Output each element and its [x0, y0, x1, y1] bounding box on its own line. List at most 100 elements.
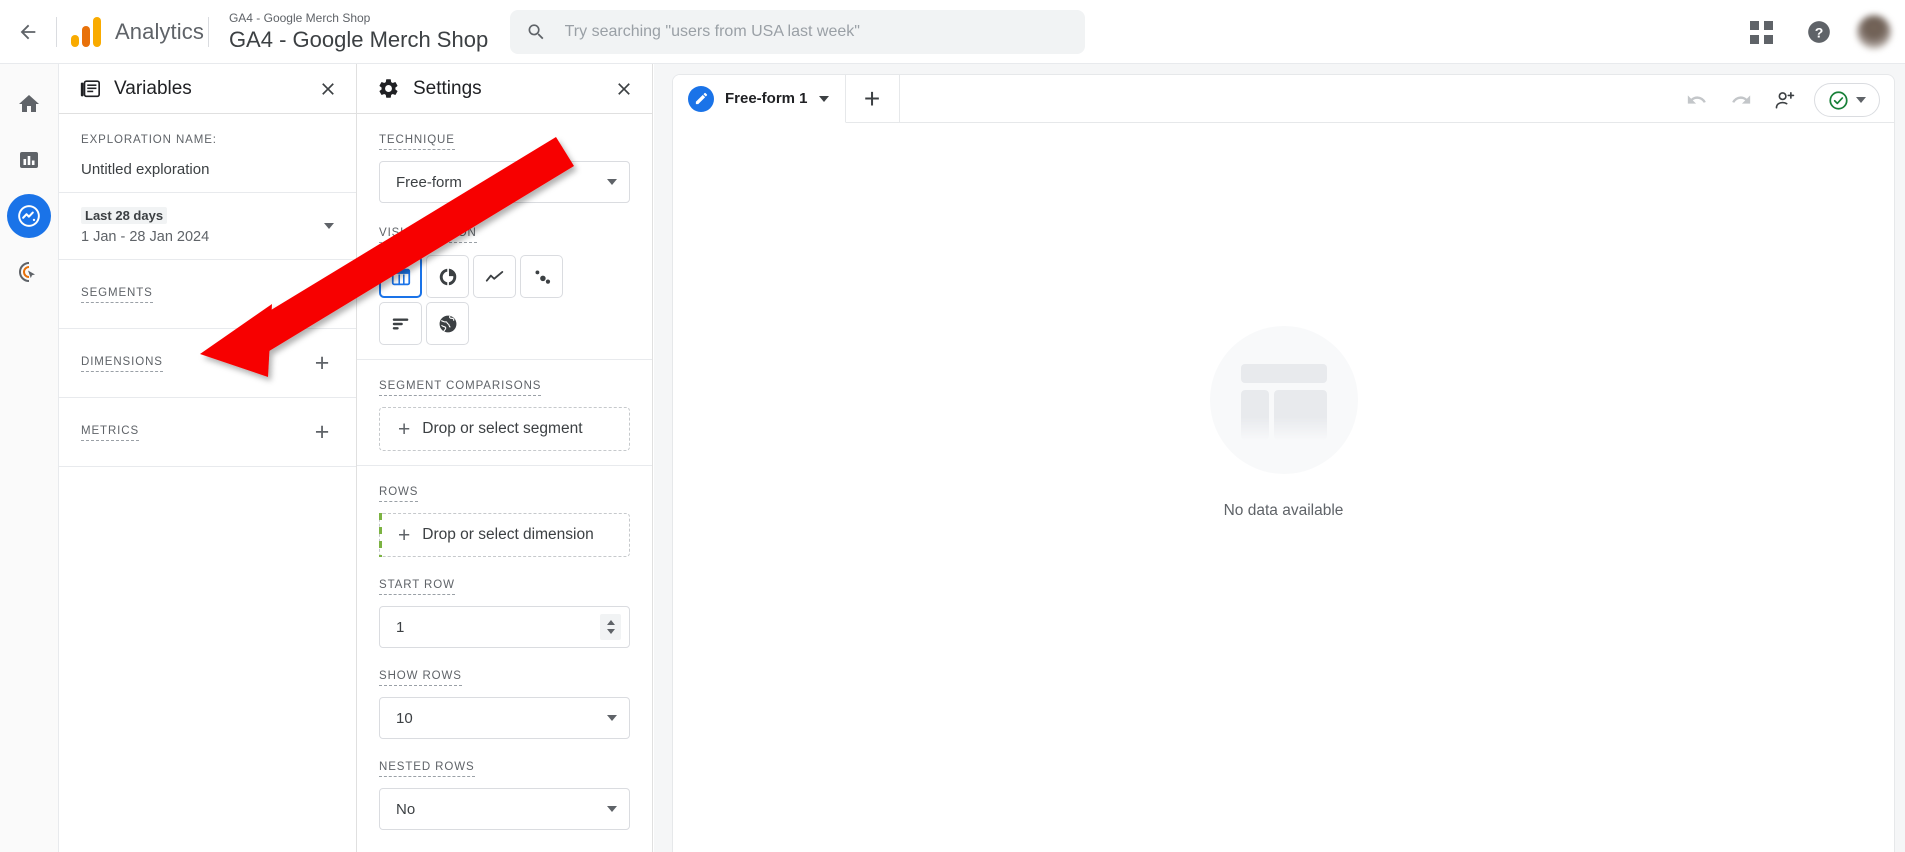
- add-tab-button[interactable]: +: [845, 75, 900, 123]
- property-name: GA4 - Google Merch Shop: [228, 26, 489, 52]
- chevron-down-icon: [607, 715, 617, 721]
- variables-panel: Variables EXPLORATION NAME: Untitled exp…: [59, 64, 357, 852]
- brand-label: Analytics: [115, 18, 204, 44]
- plus-icon: +: [863, 82, 881, 114]
- show-rows-value: 10: [396, 709, 413, 727]
- segment-comparisons-section: SEGMENT COMPARISONS + Drop or select seg…: [357, 360, 652, 466]
- search-icon: [528, 23, 544, 39]
- empty-state-text: No data available: [1223, 501, 1344, 519]
- vis-option-line[interactable]: [473, 255, 516, 298]
- nested-rows-label: NESTED ROWS: [379, 760, 475, 777]
- date-range-selector[interactable]: Last 28 days 1 Jan - 28 Jan 2024: [59, 193, 356, 260]
- help-button[interactable]: ?: [1799, 12, 1839, 52]
- canvas-toolbar: [1678, 79, 1880, 121]
- home-icon: [19, 95, 39, 112]
- plus-icon: +: [314, 279, 330, 308]
- add-segment-button[interactable]: +: [306, 278, 338, 310]
- chevron-down-icon: [607, 179, 617, 185]
- globe-icon: [439, 315, 456, 332]
- add-dimension-button[interactable]: +: [306, 347, 338, 379]
- share-status-button[interactable]: [1814, 83, 1880, 117]
- dimensions-section: DIMENSIONS +: [59, 329, 356, 398]
- svg-text:?: ?: [1815, 24, 1824, 40]
- vis-option-scatter[interactable]: [520, 255, 563, 298]
- variables-list-icon: [80, 79, 100, 97]
- vis-option-geo[interactable]: [426, 302, 469, 345]
- rail-item-reports[interactable]: [7, 138, 51, 182]
- empty-state: No data available: [673, 123, 1894, 852]
- redo-icon: [1732, 95, 1751, 104]
- advertising-target-icon: [19, 262, 35, 282]
- gear-icon: [379, 79, 398, 98]
- rail-item-advertising[interactable]: [7, 250, 51, 294]
- vis-option-bar[interactable]: [379, 302, 422, 345]
- vis-option-table[interactable]: [379, 255, 422, 298]
- redo-button[interactable]: [1722, 81, 1760, 119]
- settings-panel-title: Settings: [413, 77, 482, 99]
- settings-panel: Settings TECHNIQUE Free-form VISUALISATI…: [357, 64, 653, 852]
- technique-select[interactable]: Free-form: [379, 161, 630, 203]
- start-row-label: START ROW: [379, 578, 455, 595]
- settings-panel-header: Settings: [357, 64, 652, 114]
- scatter-plot-icon: [534, 269, 550, 284]
- close-icon: [322, 83, 334, 95]
- topbar-divider-2: [207, 16, 209, 47]
- tab-free-form-1[interactable]: Free-form 1: [673, 75, 846, 123]
- plus-icon: +: [398, 523, 411, 547]
- search-bar[interactable]: [510, 9, 1086, 54]
- technique-section: TECHNIQUE Free-form VISUALISATION: [357, 114, 652, 360]
- segment-dropzone[interactable]: + Drop or select segment: [379, 407, 630, 451]
- exploration-name-label: EXPLORATION NAME:: [81, 134, 217, 146]
- vis-option-donut[interactable]: [426, 255, 469, 298]
- nested-rows-value: No: [396, 800, 416, 818]
- show-rows-select[interactable]: 10: [379, 697, 630, 739]
- date-range-dates: 1 Jan - 28 Jan 2024: [81, 229, 210, 245]
- top-bar: Analytics GA4 - Google Merch Shop GA4 - …: [0, 0, 1905, 64]
- exploration-name-value[interactable]: Untitled exploration: [81, 161, 334, 178]
- rows-dropzone-label: Drop or select dimension: [422, 526, 594, 543]
- horizontal-bar-icon: [392, 318, 408, 329]
- undo-icon: [1687, 95, 1706, 104]
- apps-grid-icon: [1749, 20, 1773, 44]
- plus-icon: +: [314, 417, 330, 446]
- back-button[interactable]: [4, 8, 52, 56]
- topbar-right-actions: ?: [1741, 0, 1891, 64]
- share-button[interactable]: [1766, 81, 1804, 119]
- property-sub-label: GA4 - Google Merch Shop: [228, 10, 371, 25]
- spinner-arrows-icon[interactable]: [600, 614, 621, 640]
- line-chart-icon: [485, 270, 503, 282]
- close-icon: [618, 83, 630, 95]
- rows-section: ROWS + Drop or select dimension START RO…: [357, 466, 652, 844]
- chevron-down-icon: [607, 806, 617, 812]
- technique-value: Free-form: [396, 173, 462, 191]
- tab-label: Free-form 1: [725, 90, 808, 107]
- chevron-down-icon[interactable]: [818, 95, 829, 102]
- metrics-section: METRICS +: [59, 398, 356, 467]
- pencil-edit-icon: [688, 85, 714, 112]
- variables-panel-header: Variables: [59, 64, 356, 114]
- rail-item-explore[interactable]: [7, 194, 51, 238]
- metrics-label: METRICS: [81, 424, 140, 441]
- visualisation-label: VISUALISATION: [379, 226, 477, 243]
- chevron-down-icon: [324, 223, 334, 229]
- nested-rows-select[interactable]: No: [379, 788, 630, 830]
- variables-panel-close-button[interactable]: [310, 71, 346, 107]
- show-rows-label: SHOW ROWS: [379, 669, 462, 686]
- start-row-stepper[interactable]: [379, 606, 630, 648]
- left-nav-rail: [0, 64, 59, 852]
- add-person-icon: [1775, 91, 1794, 109]
- table-icon: [391, 268, 410, 285]
- explore-compass-icon: [18, 205, 40, 227]
- canvas-area: Free-form 1 + No data available: [654, 64, 1905, 852]
- avatar[interactable]: [1857, 15, 1891, 49]
- undo-button[interactable]: [1678, 81, 1716, 119]
- search-input[interactable]: [564, 22, 1070, 41]
- settings-panel-close-button[interactable]: [606, 71, 642, 107]
- rows-dropzone[interactable]: + Drop or select dimension: [379, 513, 630, 557]
- rail-item-home[interactable]: [7, 82, 51, 126]
- property-selector[interactable]: GA4 - Google Merch Shop GA4 - Google Mer…: [229, 11, 488, 53]
- start-row-input[interactable]: [396, 618, 516, 636]
- apps-button[interactable]: [1741, 12, 1781, 52]
- add-metric-button[interactable]: +: [306, 416, 338, 448]
- empty-table-placeholder-icon: [1209, 325, 1358, 474]
